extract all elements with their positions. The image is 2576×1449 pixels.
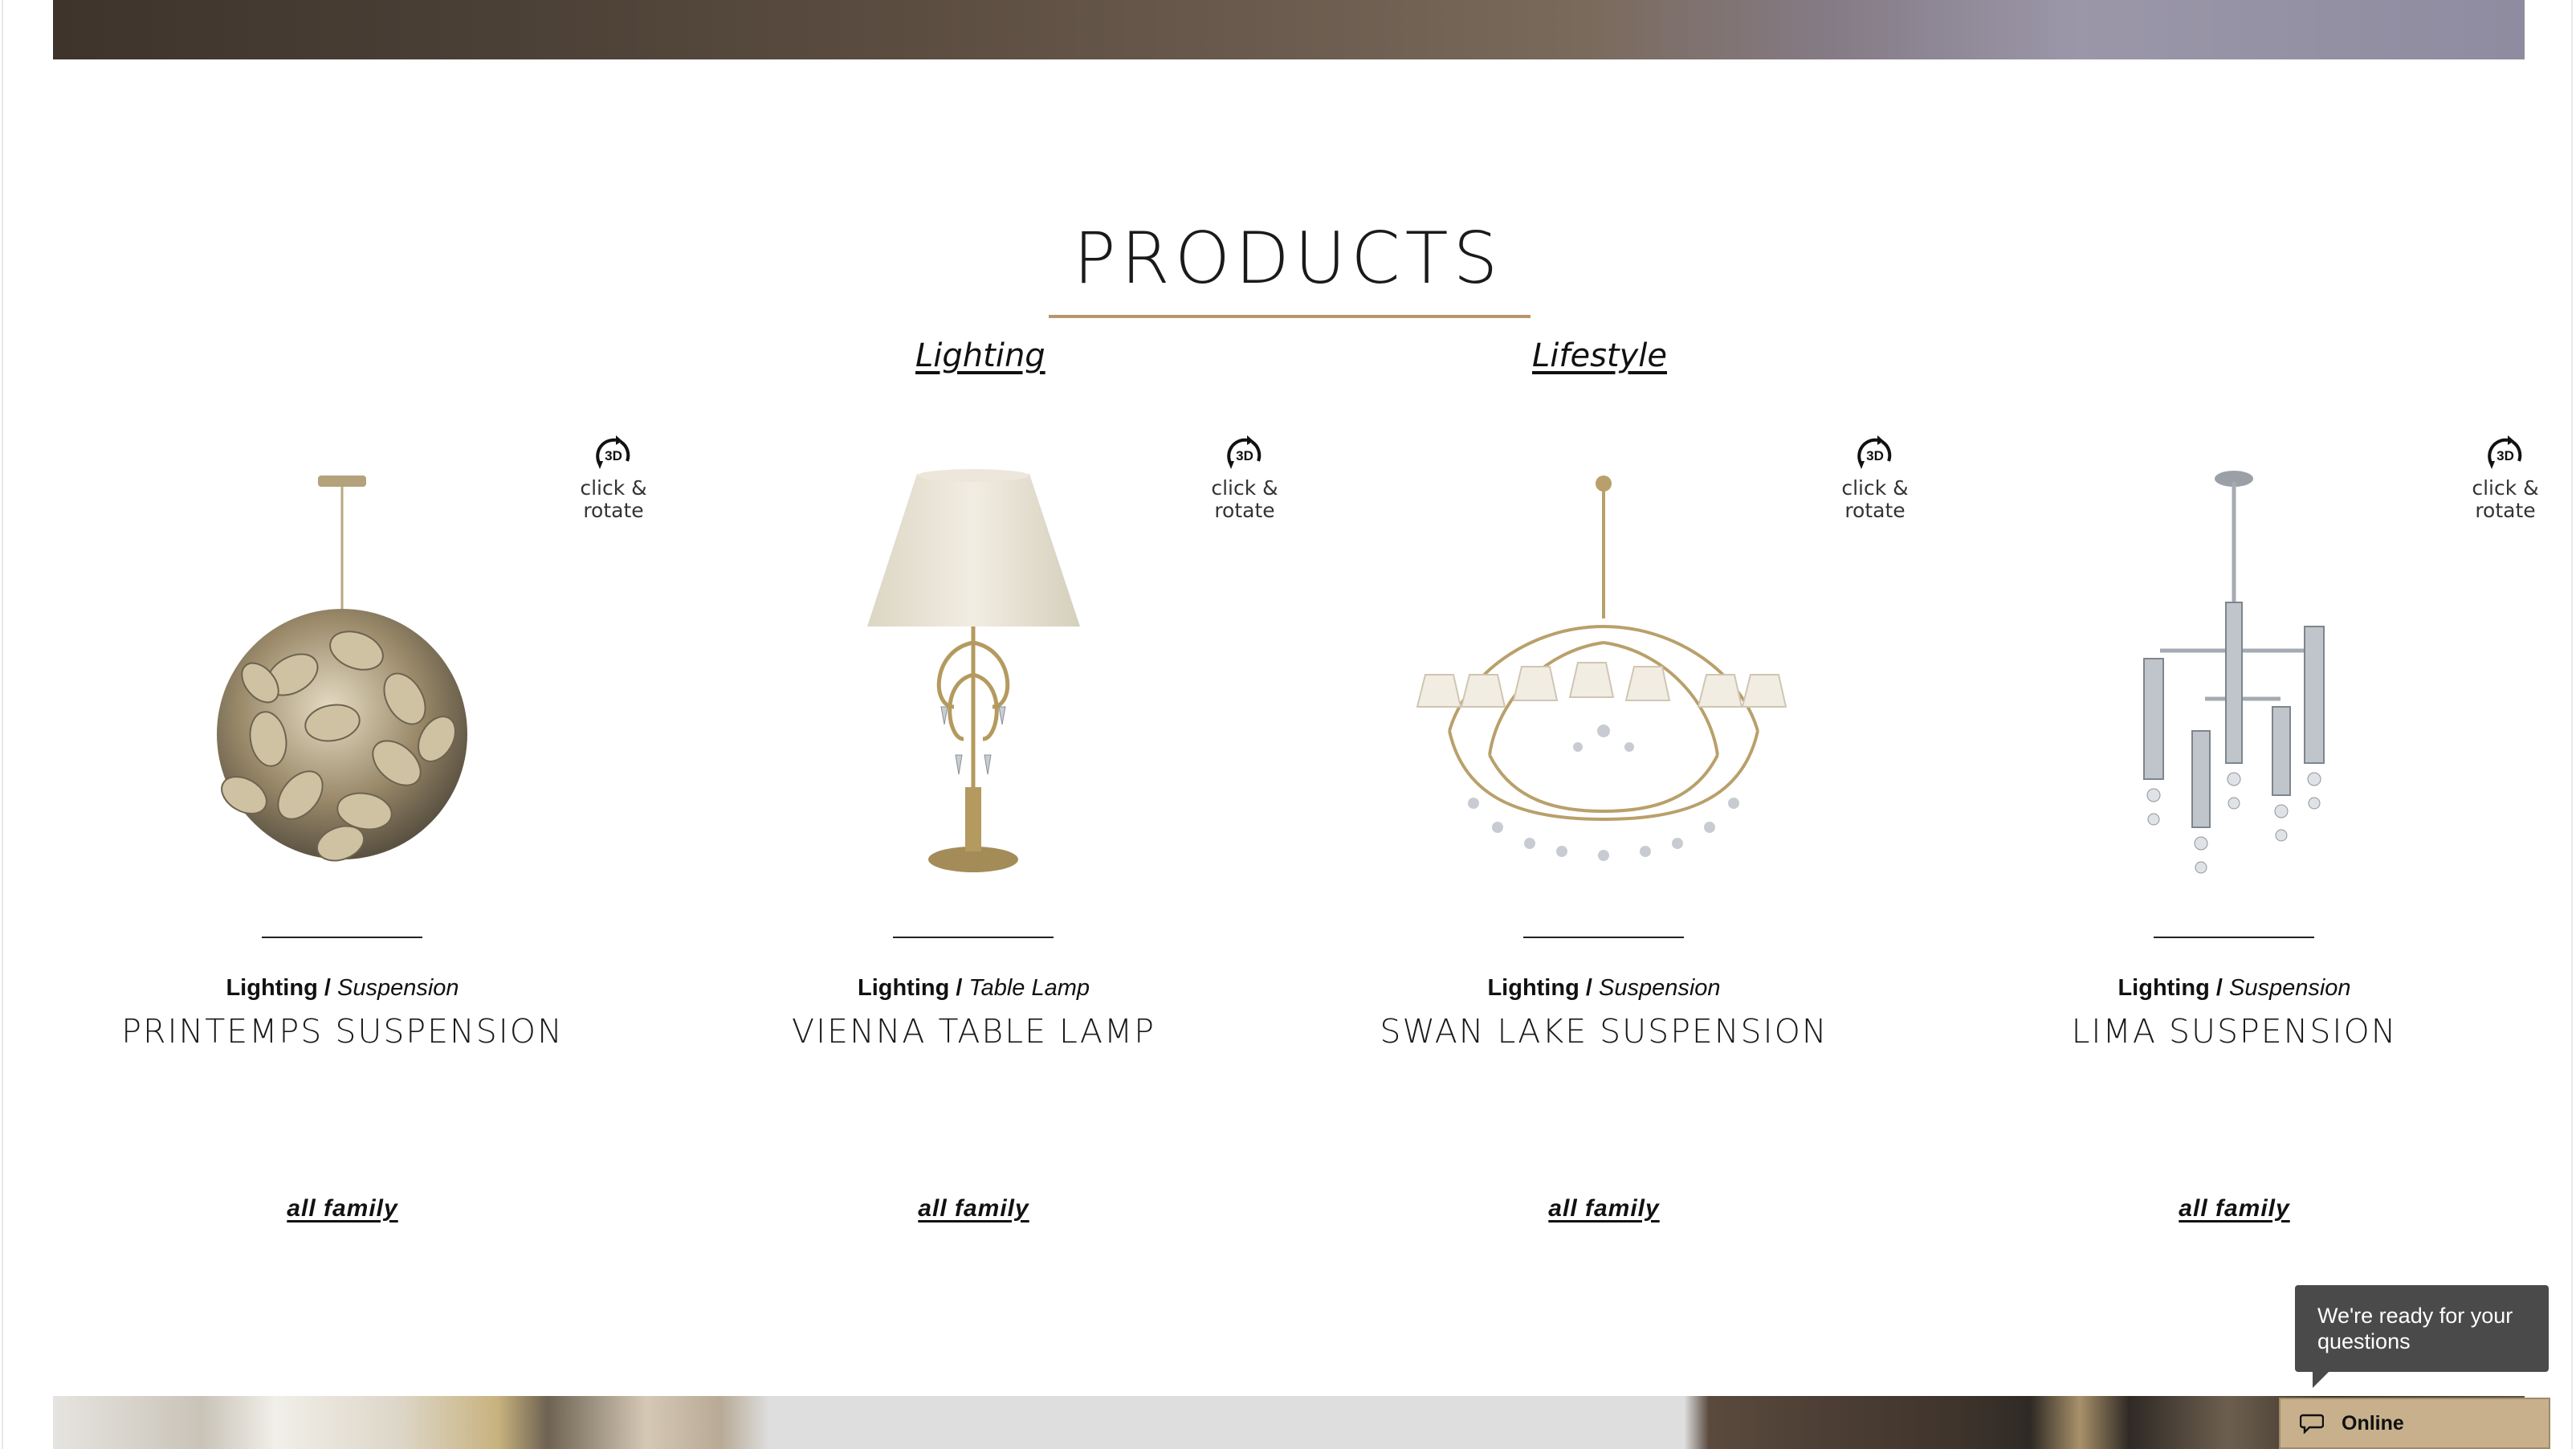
vienna-table-lamp-image[interactable] [658,466,1289,916]
product-category: Lighting / [226,975,331,1001]
product-name[interactable]: PRINTEMPS SUSPENSION [27,1012,658,1051]
product-name[interactable]: LIMA SUSPENSION [1919,1012,2550,1051]
product-divider [262,937,422,938]
category-link-lighting[interactable]: Lighting [915,337,1045,374]
svg-text:3D: 3D [605,448,622,463]
title-underline [1049,315,1531,318]
top-banner-image [53,0,2525,59]
product-card: 3D click & rotate Lighting / Suspension … [27,434,658,1237]
svg-text:3D: 3D [1236,448,1253,463]
all-family-link[interactable]: all family [27,1195,658,1222]
product-breadcrumb: Lighting / Table Lamp [658,975,1289,1002]
svg-text:3D: 3D [2497,448,2514,463]
chat-icon [2300,1414,2324,1434]
bottom-banner-image [53,1396,2525,1449]
product-card: 3D click & rotate Lighting / Suspension … [1289,434,1919,1237]
section-title: PRODUCTS [1073,217,1503,300]
chat-prompt-bubble[interactable]: We're ready for your questions [2295,1285,2549,1372]
product-subcategory: Suspension [2228,975,2351,1001]
product-breadcrumb: Lighting / Suspension [27,975,658,1002]
swan-lake-suspension-image[interactable] [1289,466,1919,916]
chat-bubble-tail [2313,1370,2330,1388]
product-card: 3D click & rotate Lighting / Table Lamp … [658,434,1289,1237]
all-family-link[interactable]: all family [1919,1195,2550,1222]
product-category: Lighting / [2117,975,2223,1001]
product-card: 3D click & rotate Lighting / Suspension … [1919,434,2550,1237]
all-family-link[interactable]: all family [658,1195,1289,1222]
product-name[interactable]: SWAN LAKE SUSPENSION [1289,1012,1919,1051]
product-category: Lighting / [1487,975,1592,1001]
chat-online-button[interactable]: Online [2279,1398,2550,1449]
category-link-lifestyle[interactable]: Lifestyle [1532,337,1667,374]
chat-status-label: Online [2342,1411,2404,1435]
product-subcategory: Table Lamp [968,975,1090,1001]
product-category: Lighting / [857,975,963,1001]
product-divider [1523,937,1684,938]
product-divider [2154,937,2314,938]
all-family-link[interactable]: all family [1289,1195,1919,1222]
printemps-suspension-image[interactable] [27,466,658,916]
svg-text:3D: 3D [1866,448,1884,463]
product-breadcrumb: Lighting / Suspension [1919,975,2550,1002]
product-subcategory: Suspension [1598,975,1721,1001]
product-breadcrumb: Lighting / Suspension [1289,975,1919,1002]
product-name[interactable]: VIENNA TABLE LAMP [658,1012,1289,1051]
product-subcategory: Suspension [336,975,459,1001]
product-divider [893,937,1054,938]
lima-suspension-image[interactable] [1919,466,2550,916]
